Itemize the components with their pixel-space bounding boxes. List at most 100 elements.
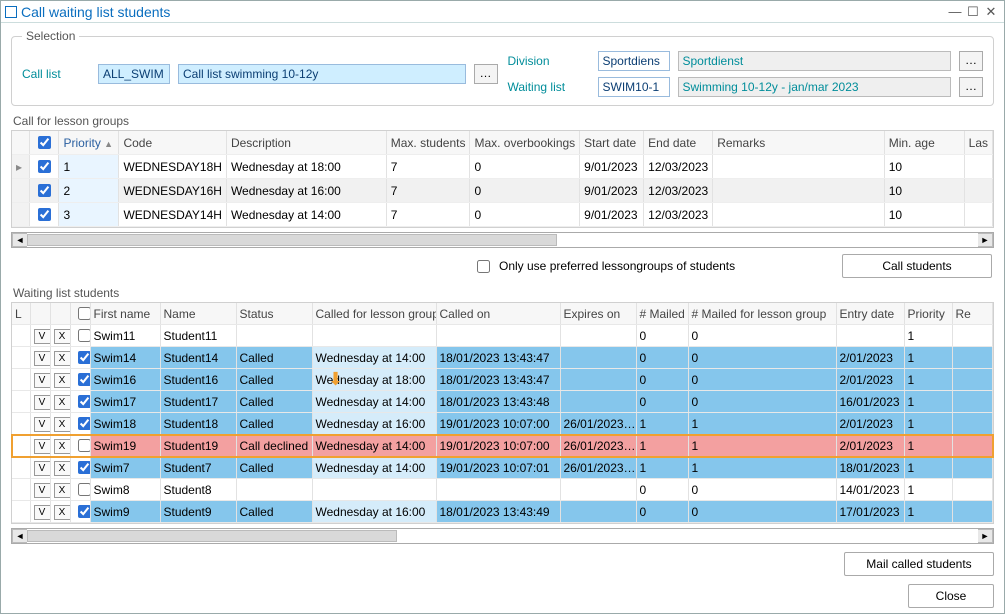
col-first-name[interactable]: First name xyxy=(90,303,160,325)
view-button[interactable]: V xyxy=(34,461,51,476)
mail-called-students-button[interactable]: Mail called students xyxy=(844,552,994,576)
groups-hscrollbar[interactable]: ◄ ► xyxy=(11,232,994,248)
student-row-checkbox[interactable] xyxy=(78,417,91,430)
student-row-checkbox[interactable] xyxy=(78,395,91,408)
view-button[interactable]: V xyxy=(34,439,51,454)
col-re[interactable]: Re xyxy=(952,303,993,325)
view-button[interactable]: V xyxy=(34,483,51,498)
group-row-checkbox[interactable] xyxy=(38,184,51,197)
student-row[interactable]: VXSwim8Student80014/01/20231 xyxy=(12,479,993,501)
view-button[interactable]: V xyxy=(34,351,51,366)
students-select-all[interactable] xyxy=(78,307,91,320)
group-row[interactable]: ▸1WEDNESDAY18HWednesday at 18:00709/01/2… xyxy=(12,155,993,179)
student-row[interactable]: VXSwim17Student17CalledWednesday at 14:0… xyxy=(12,391,993,413)
student-row-checkbox[interactable] xyxy=(78,483,91,496)
student-row-checkbox[interactable] xyxy=(78,461,91,474)
students-grid[interactable]: L First name Name Status Called for less… xyxy=(11,302,994,524)
view-button[interactable]: V xyxy=(34,417,51,432)
delete-button[interactable]: X xyxy=(54,505,71,520)
group-row[interactable]: 3WEDNESDAY14HWednesday at 14:00709/01/20… xyxy=(12,203,993,227)
delete-button[interactable]: X xyxy=(54,417,71,432)
col-description[interactable]: Description xyxy=(226,131,386,155)
col-expires-on[interactable]: Expires on xyxy=(560,303,636,325)
students-hscrollbar[interactable]: ◄ ► xyxy=(11,528,994,544)
minimize-button[interactable]: — xyxy=(946,4,964,19)
student-row[interactable]: VXSwim11Student11001 xyxy=(12,325,993,347)
waitinglist-label: Waiting list xyxy=(508,80,590,94)
student-row[interactable]: VXSwim7Student7CalledWednesday at 14:001… xyxy=(12,457,993,479)
col-max-students[interactable]: Max. students xyxy=(386,131,470,155)
col-priority[interactable]: Priority ▲ xyxy=(59,131,119,155)
lessongroups-label: Call for lesson groups xyxy=(13,114,994,128)
student-row[interactable]: VXSwim16Student16CalledWednesday at 18:0… xyxy=(12,369,993,391)
col-code[interactable]: Code xyxy=(119,131,226,155)
col-priority-s[interactable]: Priority xyxy=(904,303,952,325)
waitinglist-browse-button[interactable]: … xyxy=(959,77,983,97)
preferred-only-label: Only use preferred lessongroups of stude… xyxy=(499,259,735,273)
student-row[interactable]: VXSwim9Student9CalledWednesday at 16:001… xyxy=(12,501,993,523)
division-browse-button[interactable]: … xyxy=(959,51,983,71)
maximize-button[interactable]: ☐ xyxy=(964,4,982,20)
delete-button[interactable]: X xyxy=(54,373,71,388)
calllist-desc[interactable]: Call list swimming 10-12y xyxy=(178,64,466,84)
waitinglist-code: SWIM10-1 xyxy=(598,77,670,97)
delete-button[interactable]: X xyxy=(54,395,71,410)
view-button[interactable]: V xyxy=(34,395,51,410)
call-students-button[interactable]: Call students xyxy=(842,254,992,278)
student-row-checkbox[interactable] xyxy=(78,329,91,342)
group-row[interactable]: 2WEDNESDAY16HWednesday at 16:00709/01/20… xyxy=(12,179,993,203)
student-row-checkbox[interactable] xyxy=(78,505,91,518)
view-button[interactable]: V xyxy=(34,505,51,520)
preferred-only-checkbox[interactable] xyxy=(477,260,490,273)
col-min-age[interactable]: Min. age xyxy=(884,131,964,155)
close-button[interactable]: Close xyxy=(908,584,994,608)
close-window-button[interactable]: ✕ xyxy=(982,4,1000,20)
delete-button[interactable]: X xyxy=(54,483,71,498)
student-row[interactable]: VXSwim19Student19Call declinedWednesday … xyxy=(12,435,993,457)
col-called-for[interactable]: Called for lesson group xyxy=(312,303,436,325)
col-start-date[interactable]: Start date xyxy=(580,131,644,155)
calllist-code[interactable]: ALL_SWIM xyxy=(98,64,170,84)
student-row[interactable]: VXSwim14Student14CalledWednesday at 14:0… xyxy=(12,347,993,369)
lessongroups-grid[interactable]: Priority ▲ Code Description Max. student… xyxy=(11,130,994,228)
division-code: Sportdiens xyxy=(598,51,670,71)
selection-group: Selection Call list ALL_SWIM Call list s… xyxy=(11,29,994,106)
col-end-date[interactable]: End date xyxy=(644,131,713,155)
col-status[interactable]: Status xyxy=(236,303,312,325)
view-button[interactable]: V xyxy=(34,373,51,388)
waitinglist-desc: Swimming 10-12y - jan/mar 2023 xyxy=(678,77,952,97)
division-desc: Sportdienst xyxy=(678,51,952,71)
col-entry-date[interactable]: Entry date xyxy=(836,303,904,325)
calllist-browse-button[interactable]: … xyxy=(474,64,498,84)
groups-select-all[interactable] xyxy=(38,136,51,149)
division-label: Division xyxy=(508,54,590,68)
student-row[interactable]: VXSwim18Student18CalledWednesday at 16:0… xyxy=(12,413,993,435)
scroll-left-icon[interactable]: ◄ xyxy=(12,233,27,247)
col-remarks[interactable]: Remarks xyxy=(713,131,885,155)
group-row-checkbox[interactable] xyxy=(38,160,51,173)
students-corner[interactable]: L xyxy=(12,303,30,325)
title-bar: Call waiting list students — ☐ ✕ xyxy=(1,1,1004,23)
student-row-checkbox[interactable] xyxy=(78,351,91,364)
view-button[interactable]: V xyxy=(34,329,51,344)
scroll-left-icon[interactable]: ◄ xyxy=(12,529,27,543)
app-icon xyxy=(5,6,17,18)
col-last[interactable]: Las xyxy=(964,131,992,155)
delete-button[interactable]: X xyxy=(54,439,71,454)
student-row-checkbox[interactable] xyxy=(78,439,91,452)
col-name[interactable]: Name xyxy=(160,303,236,325)
group-row-checkbox[interactable] xyxy=(38,208,51,221)
window-title: Call waiting list students xyxy=(21,4,170,20)
scroll-right-icon[interactable]: ► xyxy=(978,233,993,247)
student-row-checkbox[interactable] xyxy=(78,373,91,386)
col-mailed[interactable]: # Mailed xyxy=(636,303,688,325)
col-mailed-group[interactable]: # Mailed for lesson group xyxy=(688,303,836,325)
calllist-label: Call list xyxy=(22,67,90,81)
delete-button[interactable]: X xyxy=(54,461,71,476)
delete-button[interactable]: X xyxy=(54,329,71,344)
delete-button[interactable]: X xyxy=(54,351,71,366)
scroll-right-icon[interactable]: ► xyxy=(978,529,993,543)
col-max-overbookings[interactable]: Max. overbookings xyxy=(470,131,580,155)
col-called-on[interactable]: Called on xyxy=(436,303,560,325)
students-label: Waiting list students xyxy=(13,286,994,300)
